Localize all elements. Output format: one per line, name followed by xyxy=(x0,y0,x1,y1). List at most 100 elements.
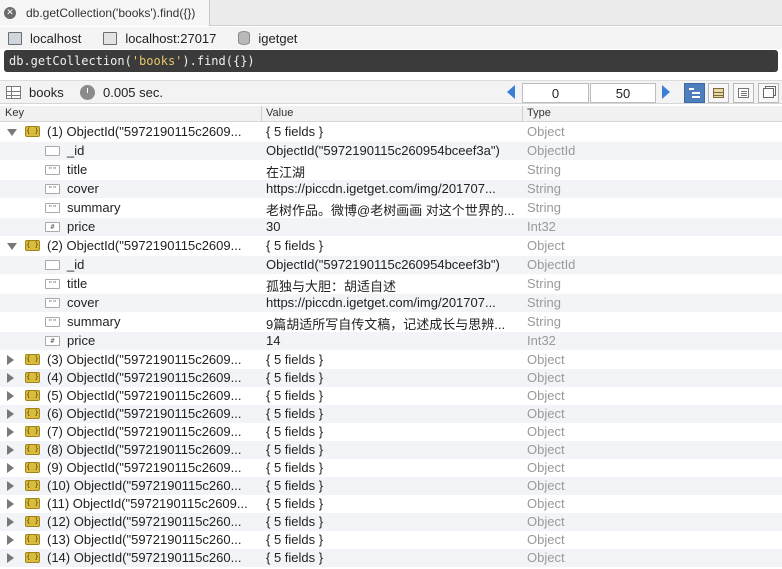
next-page-icon[interactable] xyxy=(662,85,670,99)
collapsed-arrow-icon[interactable] xyxy=(7,391,14,401)
limit-input[interactable] xyxy=(590,83,656,103)
document-row[interactable]: { } (12) ObjectId("5972190115c260... { 5 f… xyxy=(0,513,782,531)
row-key: (4) ObjectId("5972190115c2609... xyxy=(47,370,242,385)
object-icon: { } xyxy=(25,372,40,383)
column-header-key[interactable]: Key xyxy=(5,107,24,119)
collapsed-arrow-icon[interactable] xyxy=(7,373,14,383)
collapsed-arrow-icon[interactable] xyxy=(7,445,14,455)
column-header-type[interactable]: Type xyxy=(527,107,551,119)
collapsed-arrow-icon[interactable] xyxy=(7,463,14,473)
field-row[interactable]: "" cover https://piccdn.igetget.com/img/20… xyxy=(0,294,782,312)
column-header-value[interactable]: Value xyxy=(266,107,293,119)
query-prefix: db.getCollection( xyxy=(9,54,132,68)
row-type: Object xyxy=(527,514,565,529)
collapsed-arrow-icon[interactable] xyxy=(7,409,14,419)
column-divider[interactable] xyxy=(522,106,523,122)
row-value: ObjectId("5972190115c260954bceef3b") xyxy=(266,257,500,272)
row-type: String xyxy=(527,181,561,196)
field-row[interactable]: "" title 孤独与大胆：胡适自述 String xyxy=(0,275,782,294)
row-value: https://piccdn.igetget.com/img/201707... xyxy=(266,181,496,196)
collapsed-arrow-icon[interactable] xyxy=(7,517,14,527)
connection-database[interactable]: igetget xyxy=(238,31,297,46)
row-key: (11) ObjectId("5972190115c2609... xyxy=(47,496,248,511)
table-view-button[interactable] xyxy=(708,83,729,103)
object-icon: { } xyxy=(25,408,40,419)
previous-page-icon[interactable] xyxy=(507,85,515,99)
column-divider[interactable] xyxy=(261,106,262,122)
row-value: { 5 fields } xyxy=(266,532,324,547)
collapsed-arrow-icon[interactable] xyxy=(7,427,14,437)
document-row[interactable]: { } (10) ObjectId("5972190115c260... { 5 f… xyxy=(0,477,782,495)
collapsed-arrow-icon[interactable] xyxy=(7,355,14,365)
document-row[interactable]: { } (5) ObjectId("5972190115c2609... { 5 f… xyxy=(0,387,782,405)
row-value: https://piccdn.igetget.com/img/201707... xyxy=(266,295,496,310)
row-value: 老树作品。微博@老树画画 对这个世界的... xyxy=(266,203,515,218)
field-row[interactable]: # price 14 Int32 xyxy=(0,332,782,350)
document-row[interactable]: { } (4) ObjectId("5972190115c2609... { 5 f… xyxy=(0,369,782,387)
field-row[interactable]: # price 30 Int32 xyxy=(0,218,782,236)
object-icon: { } xyxy=(25,552,40,563)
document-row[interactable]: { } (6) ObjectId("5972190115c2609... { 5 f… xyxy=(0,405,782,423)
expanded-arrow-icon[interactable] xyxy=(7,243,17,250)
document-row[interactable]: { } (2) ObjectId("5972190115c2609... { 5 f… xyxy=(0,237,782,255)
object-icon: { } xyxy=(25,240,40,251)
database-label: igetget xyxy=(258,30,298,46)
field-key: cover xyxy=(67,295,99,310)
row-type: Int32 xyxy=(527,333,556,348)
collection-name: books xyxy=(29,85,64,100)
query-editor[interactable]: db.getCollection('books').find({}) xyxy=(4,50,778,72)
tree-view-icon xyxy=(689,88,700,98)
string-field-icon: "" xyxy=(45,298,60,308)
row-type: Object xyxy=(527,550,565,565)
row-value: 孤独与大胆：胡适自述 xyxy=(266,279,397,294)
field-row[interactable]: "" title 在江湖 String xyxy=(0,161,782,180)
object-icon: { } xyxy=(25,444,40,455)
field-row[interactable]: "" cover https://piccdn.igetget.com/img/20… xyxy=(0,180,782,198)
document-row[interactable]: { } (9) ObjectId("5972190115c2609... { 5 f… xyxy=(0,459,782,477)
connection-server[interactable]: localhost:27017 xyxy=(103,31,216,46)
row-key: (5) ObjectId("5972190115c2609... xyxy=(47,388,242,403)
close-icon[interactable]: ✕ xyxy=(4,7,16,19)
query-text[interactable]: db.getCollection('books').find({}) xyxy=(9,54,255,68)
row-value: { 5 fields } xyxy=(266,460,324,475)
field-row[interactable]: "" summary 老树作品。微博@老树画画 对这个世界的... String xyxy=(0,199,782,218)
field-row[interactable]: _id ObjectId("5972190115c260954bceef3a") O… xyxy=(0,142,782,160)
row-type: Object xyxy=(527,532,565,547)
clock-icon xyxy=(80,85,95,100)
document-row[interactable]: { } (8) ObjectId("5972190115c2609... { 5 f… xyxy=(0,441,782,459)
document-row[interactable]: { } (14) ObjectId("5972190115c260... { 5 f… xyxy=(0,549,782,567)
row-type: Object xyxy=(527,370,565,385)
row-type: String xyxy=(527,200,561,215)
document-row[interactable]: { } (1) ObjectId("5972190115c2609... { 5 f… xyxy=(0,123,782,141)
row-type: Object xyxy=(527,460,565,475)
text-view-button[interactable] xyxy=(733,83,754,103)
table-icon xyxy=(6,86,21,99)
row-key: (14) ObjectId("5972190115c260... xyxy=(47,550,242,565)
document-row[interactable]: { } (3) ObjectId("5972190115c2609... { 5 f… xyxy=(0,351,782,369)
document-row[interactable]: { } (7) ObjectId("5972190115c2609... { 5 f… xyxy=(0,423,782,441)
field-row[interactable]: "" summary 9篇胡适所写自传文稿，记述成长与思辨... String xyxy=(0,313,782,332)
collapsed-arrow-icon[interactable] xyxy=(7,553,14,563)
table-view-icon xyxy=(713,88,724,98)
object-icon: { } xyxy=(25,462,40,473)
row-type: Object xyxy=(527,352,565,367)
collapsed-arrow-icon[interactable] xyxy=(7,481,14,491)
document-row[interactable]: { } (11) ObjectId("5972190115c2609... { 5 … xyxy=(0,495,782,513)
document-row[interactable]: { } (13) ObjectId("5972190115c260... { 5 f… xyxy=(0,531,782,549)
row-value: { 5 fields } xyxy=(266,406,324,421)
popout-button[interactable] xyxy=(758,83,779,103)
expanded-arrow-icon[interactable] xyxy=(7,129,17,136)
skip-input[interactable] xyxy=(522,83,589,103)
row-value: { 5 fields } xyxy=(266,352,324,367)
object-icon: { } xyxy=(25,480,40,491)
row-value: ObjectId("5972190115c260954bceef3a") xyxy=(266,143,500,158)
tab-query[interactable]: ✕ db.getCollection('books').find({}) xyxy=(0,0,210,26)
collapsed-arrow-icon[interactable] xyxy=(7,499,14,509)
connection-host[interactable]: localhost xyxy=(8,31,81,46)
row-key: (3) ObjectId("5972190115c2609... xyxy=(47,352,242,367)
collapsed-arrow-icon[interactable] xyxy=(7,535,14,545)
field-row[interactable]: _id ObjectId("5972190115c260954bceef3b") O… xyxy=(0,256,782,274)
row-key: (8) ObjectId("5972190115c2609... xyxy=(47,442,242,457)
tree-view-button[interactable] xyxy=(684,83,705,103)
row-key: (9) ObjectId("5972190115c2609... xyxy=(47,460,242,475)
